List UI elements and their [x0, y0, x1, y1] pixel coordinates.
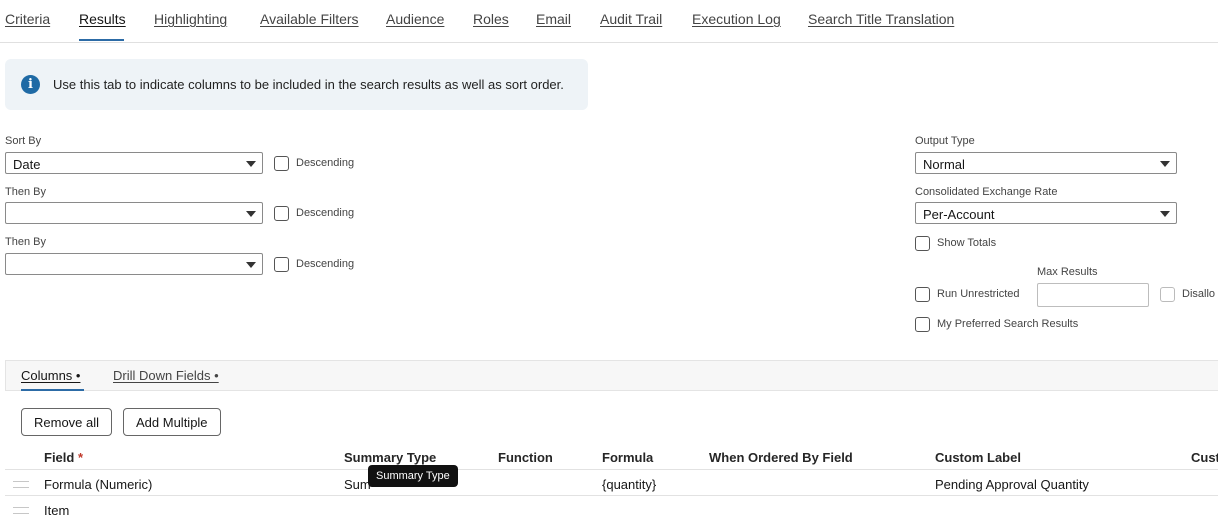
tab-execution-log[interactable]: Execution Log: [692, 11, 781, 27]
column-header-field[interactable]: Field *: [44, 450, 83, 465]
max-results-label: Max Results: [1037, 266, 1098, 278]
then-by-2-descending-checkbox[interactable]: [274, 257, 289, 272]
summary-type-tooltip: Summary Type: [368, 465, 458, 487]
chevron-down-icon: [1160, 211, 1170, 217]
column-header-cust[interactable]: Cust: [1191, 450, 1218, 465]
tab-results[interactable]: Results: [79, 11, 126, 27]
table-row-field[interactable]: Formula (Numeric): [44, 477, 152, 492]
sort-by-select[interactable]: Date: [5, 152, 263, 174]
chevron-down-icon: [246, 211, 256, 217]
sort-by-label: Sort By: [5, 135, 42, 147]
then-by-select[interactable]: [5, 202, 263, 224]
tab-available-filters[interactable]: Available Filters: [260, 11, 359, 27]
tab-criteria[interactable]: Criteria: [5, 11, 50, 27]
drag-handle-icon[interactable]: [13, 507, 29, 514]
run-unrestricted-checkbox[interactable]: [915, 287, 930, 302]
show-totals-label: Show Totals: [937, 237, 997, 249]
subtab-bar: Columns • Drill Down Fields •: [5, 360, 1218, 391]
disallow-label: Disallo: [1182, 288, 1216, 300]
output-type-select[interactable]: Normal: [915, 152, 1177, 174]
tab-roles[interactable]: Roles: [473, 11, 509, 27]
table-row-field[interactable]: Item: [44, 503, 69, 518]
table-row-formula[interactable]: {quantity}: [602, 477, 656, 492]
tab-highlighting[interactable]: Highlighting: [154, 11, 227, 27]
tab-search-title-translation[interactable]: Search Title Translation: [808, 11, 954, 27]
tab-audit-trail[interactable]: Audit Trail: [600, 11, 662, 27]
tab-email[interactable]: Email: [536, 11, 571, 27]
then-by-label: Then By: [5, 186, 46, 198]
preferred-search-checkbox[interactable]: [915, 317, 930, 332]
info-icon: i: [21, 75, 40, 94]
column-header-function[interactable]: Function: [498, 450, 553, 465]
descending-label: Descending: [296, 258, 355, 270]
max-results-input[interactable]: [1037, 283, 1149, 307]
output-type-label: Output Type: [915, 135, 975, 147]
active-tab-indicator: [79, 39, 124, 41]
sort-by-value: Date: [13, 157, 41, 172]
sort-by-descending-checkbox[interactable]: [274, 156, 289, 171]
chevron-down-icon: [1160, 161, 1170, 167]
exchange-rate-select[interactable]: Per-Account: [915, 202, 1177, 224]
required-marker: *: [77, 450, 84, 465]
column-header-custom-label[interactable]: Custom Label: [935, 450, 1021, 465]
drag-handle-icon[interactable]: [13, 481, 29, 488]
active-subtab-indicator: [21, 389, 84, 391]
tab-audience[interactable]: Audience: [386, 11, 444, 27]
info-banner: i Use this tab to indicate columns to be…: [5, 59, 588, 110]
show-totals-checkbox[interactable]: [915, 236, 930, 251]
chevron-down-icon: [246, 161, 256, 167]
subtab-columns[interactable]: Columns •: [21, 368, 80, 383]
table-row-summary-type[interactable]: Sum: [344, 477, 371, 492]
output-type-value: Normal: [923, 157, 965, 172]
tab-bar: Criteria Results Highlighting Available …: [0, 0, 1218, 43]
then-by-descending-checkbox[interactable]: [274, 206, 289, 221]
remove-all-button[interactable]: Remove all: [21, 408, 113, 436]
preferred-search-label: My Preferred Search Results: [937, 318, 1079, 330]
table-row-custom-label[interactable]: Pending Approval Quantity: [935, 477, 1089, 492]
table-row-divider: [5, 495, 1218, 496]
then-by-2-select[interactable]: [5, 253, 263, 275]
info-text: Use this tab to indicate columns to be i…: [53, 77, 564, 92]
exchange-rate-value: Per-Account: [923, 207, 995, 222]
column-header-when-ordered[interactable]: When Ordered By Field: [709, 450, 853, 465]
subtab-drill-down-fields[interactable]: Drill Down Fields •: [113, 368, 219, 383]
add-multiple-button[interactable]: Add Multiple: [123, 408, 221, 436]
table-header-divider: [5, 469, 1218, 470]
disallow-checkbox[interactable]: [1160, 287, 1175, 302]
run-unrestricted-label: Run Unrestricted: [937, 288, 1020, 300]
exchange-rate-label: Consolidated Exchange Rate: [915, 186, 1058, 198]
descending-label: Descending: [296, 207, 355, 219]
descending-label: Descending: [296, 157, 355, 169]
column-header-summary-type[interactable]: Summary Type: [344, 450, 436, 465]
then-by-2-label: Then By: [5, 236, 46, 248]
column-header-formula[interactable]: Formula: [602, 450, 653, 465]
chevron-down-icon: [246, 262, 256, 268]
